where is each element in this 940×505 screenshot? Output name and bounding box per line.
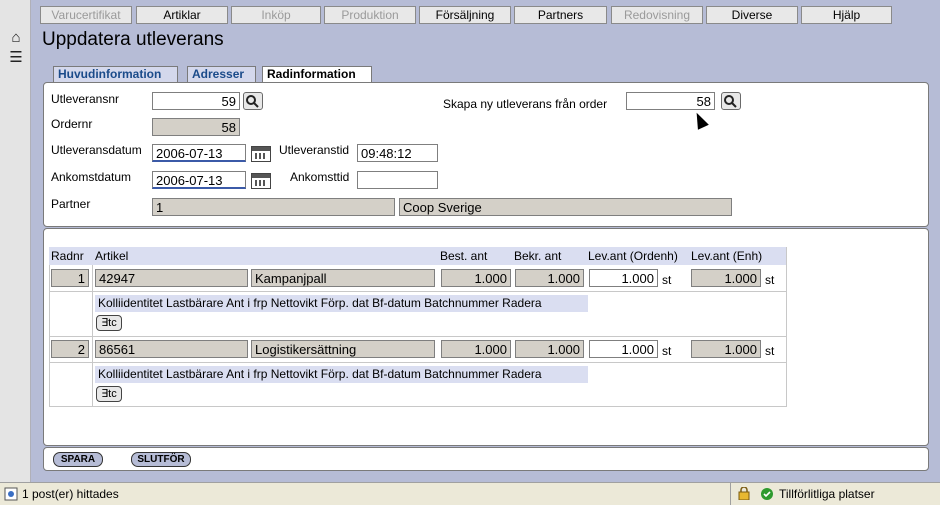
row1-best-ant: 1.000 bbox=[441, 269, 511, 287]
home-icon[interactable]: ⌂ bbox=[7, 30, 25, 46]
nav-hjalp[interactable]: Hjälp bbox=[801, 6, 892, 24]
row1-unit2: st bbox=[765, 273, 775, 287]
tab-adresser[interactable]: Adresser bbox=[187, 66, 256, 82]
row1-subheader: Kolliidentitet Lastbärare Ant i frp Nett… bbox=[95, 295, 588, 312]
tab-radinformation[interactable]: Radinformation bbox=[262, 66, 372, 82]
calendar-icon[interactable] bbox=[251, 173, 271, 189]
utleveransnr-input[interactable]: 59 bbox=[152, 92, 240, 110]
utleveranstid-label: Utleveranstid bbox=[279, 143, 350, 157]
nav-produktion: Produktion bbox=[324, 6, 416, 24]
utleveransdatum-label: Utleveransdatum bbox=[51, 143, 142, 157]
search-button-utleverans[interactable] bbox=[243, 92, 263, 110]
col-lev-enh: Lev.ant (Enh) bbox=[691, 249, 763, 263]
partner-id-field: 1 bbox=[152, 198, 395, 216]
col-lev-ordenh: Lev.ant (Ordenh) bbox=[588, 249, 678, 263]
row2-best-ant: 1.000 bbox=[441, 340, 511, 358]
row2-lev-enh: 1.000 bbox=[691, 340, 761, 358]
lock-icon bbox=[738, 486, 750, 501]
grid-line bbox=[49, 336, 787, 337]
nav-varucertifikat: Varucertifikat bbox=[40, 6, 132, 24]
spara-button[interactable]: SPARA bbox=[53, 452, 103, 467]
grid-line bbox=[786, 247, 787, 407]
nav-inkop: Inköp bbox=[231, 6, 321, 24]
nav-forsaljning[interactable]: Försäljning bbox=[419, 6, 511, 24]
ordernr-field: 58 bbox=[152, 118, 240, 136]
row2-artnr: 86561 bbox=[95, 340, 248, 358]
nav-partners[interactable]: Partners bbox=[514, 6, 607, 24]
search-icon bbox=[724, 95, 737, 108]
search-button-order[interactable] bbox=[721, 92, 741, 110]
status-text: 1 post(er) hittades bbox=[22, 487, 119, 501]
row1-artnr: 42947 bbox=[95, 269, 248, 287]
calendar-icon[interactable] bbox=[251, 146, 271, 162]
tab-huvudinformation[interactable]: Huvudinformation bbox=[53, 66, 178, 82]
search-icon bbox=[246, 95, 259, 108]
ankomsttid-label: Ankomsttid bbox=[290, 170, 350, 184]
utleveranstid-input[interactable]: 09:48:12 bbox=[357, 144, 438, 162]
row1-add-kolli-button[interactable]: ∃tc bbox=[96, 315, 122, 331]
status-divider bbox=[730, 483, 731, 505]
trusted-sites-icon bbox=[760, 487, 774, 501]
slutfor-button[interactable]: SLUTFÖR bbox=[131, 452, 191, 467]
row1-artnamn: Kampanjpall bbox=[251, 269, 435, 287]
list-icon[interactable]: ☰ bbox=[7, 50, 25, 66]
row2-bekr-ant: 1.000 bbox=[515, 340, 584, 358]
nav-artiklar[interactable]: Artiklar bbox=[136, 6, 228, 24]
ordernr-label: Ordernr bbox=[51, 117, 93, 131]
utleveransnr-label: Utleveransnr bbox=[51, 92, 120, 106]
row2-unit2: st bbox=[765, 344, 775, 358]
row1-lev-ordenh-input[interactable]: 1.000 bbox=[589, 269, 658, 287]
partner-label: Partner bbox=[51, 197, 91, 211]
nav-diverse[interactable]: Diverse bbox=[706, 6, 798, 24]
row1-lev-enh: 1.000 bbox=[691, 269, 761, 287]
ankomsttid-input[interactable] bbox=[357, 171, 438, 189]
row1-radnr: 1 bbox=[51, 269, 89, 287]
utleveransdatum-input[interactable]: 2006-07-13 bbox=[152, 144, 246, 162]
left-toolbar: ⌂ ☰ bbox=[0, 0, 31, 482]
row2-unit1: st bbox=[662, 344, 672, 358]
skapa-order-input[interactable]: 58 bbox=[626, 92, 715, 110]
row2-radnr: 2 bbox=[51, 340, 89, 358]
row2-subheader: Kolliidentitet Lastbärare Ant i frp Nett… bbox=[95, 366, 588, 383]
col-artikel: Artikel bbox=[95, 249, 129, 263]
row1-unit1: st bbox=[662, 273, 672, 287]
col-radnr: Radnr bbox=[51, 249, 84, 263]
skapa-label: Skapa ny utleverans från order bbox=[443, 97, 608, 111]
grid-line bbox=[49, 362, 787, 363]
ankomstdatum-label: Ankomstdatum bbox=[51, 170, 132, 184]
row1-bekr-ant: 1.000 bbox=[515, 269, 584, 287]
zone-text: Tillförlitliga platser bbox=[779, 487, 875, 501]
col-bekr-ant: Bekr. ant bbox=[514, 249, 562, 263]
ankomstdatum-input[interactable]: 2006-07-13 bbox=[152, 171, 246, 189]
grid-line bbox=[49, 291, 787, 292]
ie-page-icon bbox=[4, 487, 18, 501]
page-title: Uppdatera utleverans bbox=[42, 29, 224, 50]
status-bar: 1 post(er) hittades Tillförlitliga plats… bbox=[0, 482, 940, 505]
grid-line bbox=[49, 406, 787, 407]
row2-artnamn: Logistikersättning bbox=[251, 340, 435, 358]
row2-add-kolli-button[interactable]: ∃tc bbox=[96, 386, 122, 402]
nav-redovisning: Redovisning bbox=[611, 6, 703, 24]
grid-header: Radnr Artikel Best. ant Bekr. ant Lev.an… bbox=[49, 247, 786, 265]
col-best-ant: Best. ant bbox=[440, 249, 488, 263]
row2-lev-ordenh-input[interactable]: 1.000 bbox=[589, 340, 658, 358]
partner-name-field: Coop Sverige bbox=[399, 198, 732, 216]
